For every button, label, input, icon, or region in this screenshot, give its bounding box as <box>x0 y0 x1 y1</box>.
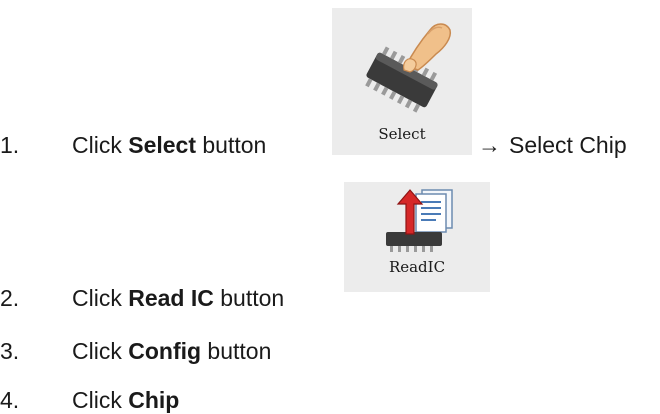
step-text: Click Read IC button <box>72 284 284 312</box>
step-text: Click Chip <box>72 386 179 414</box>
step-text: Click Config button <box>72 337 271 365</box>
step-number: 2. <box>0 285 20 311</box>
step-1-result: → Select Chip <box>478 131 627 159</box>
step-prefix: Click <box>72 132 129 158</box>
hand-chip-icon <box>365 23 452 113</box>
step-bold: Chip <box>128 387 180 413</box>
select-button[interactable]: Select <box>332 8 472 155</box>
right-arrow-icon: → <box>478 132 501 158</box>
step-bold: Config <box>128 338 202 364</box>
step-bold: Read IC <box>128 285 214 311</box>
step-prefix: Click <box>72 338 129 364</box>
readic-button-label: ReadIC <box>388 258 446 276</box>
select-button-label: Select <box>378 125 426 143</box>
step-number: 1. <box>0 132 20 158</box>
step-bold: Select <box>128 132 196 158</box>
step-prefix: Click <box>72 285 129 311</box>
step-suffix: button <box>196 132 267 158</box>
step-suffix: button <box>213 285 285 311</box>
step-text: Click Select button <box>72 131 266 159</box>
step-number: 4. <box>0 387 20 413</box>
select-chip-text: Select Chip <box>509 132 627 158</box>
step-suffix: button <box>201 338 272 364</box>
read-chip-icon <box>386 189 453 252</box>
step-number: 3. <box>0 338 20 364</box>
step-prefix: Click <box>72 387 129 413</box>
readic-button[interactable]: ReadIC <box>344 182 490 292</box>
